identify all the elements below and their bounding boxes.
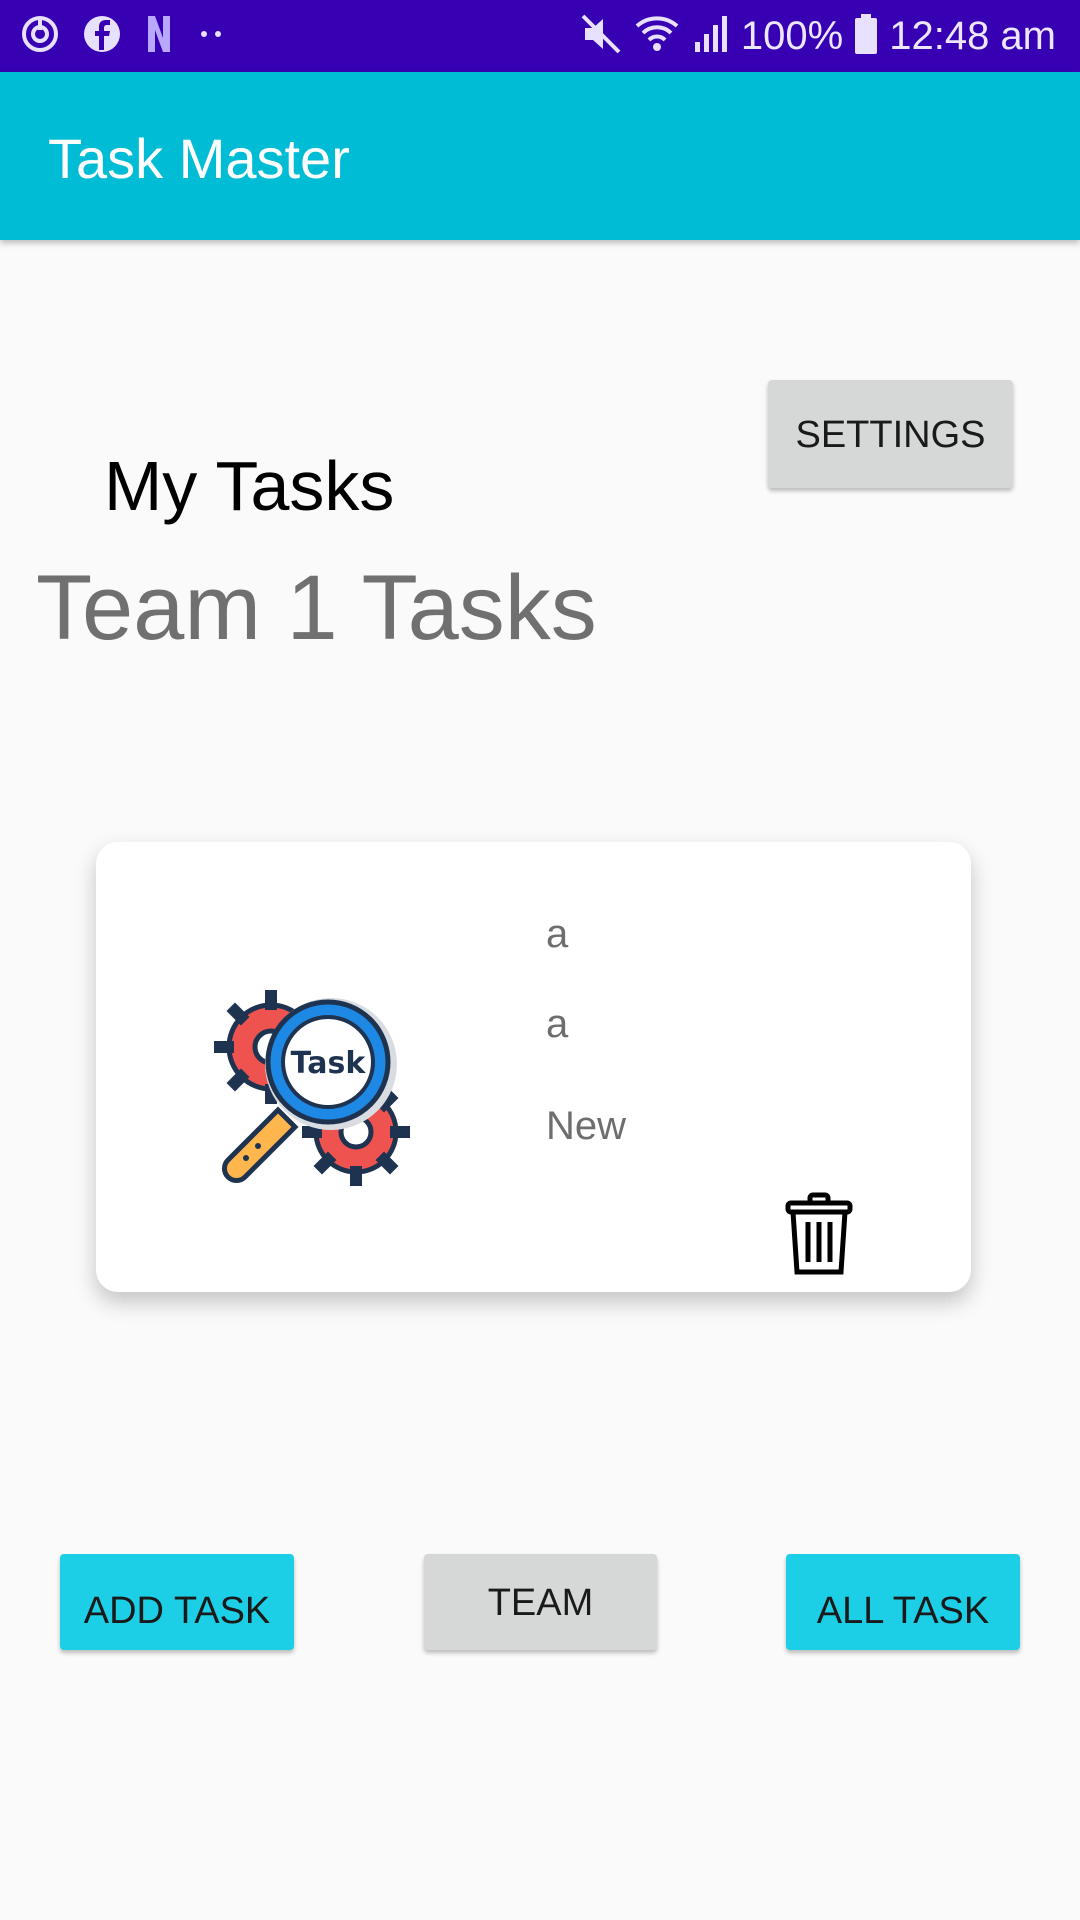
signal-icon <box>691 12 731 61</box>
all-task-button[interactable]: ALL TASK <box>786 1554 1020 1650</box>
power-icon <box>20 14 60 59</box>
app-bar: Task Master <box>0 72 1080 240</box>
task-logo-text: Task <box>291 1046 367 1081</box>
add-task-button[interactable]: ADD TASK <box>60 1554 294 1650</box>
settings-button[interactable]: SETTINGS <box>768 380 1013 488</box>
mute-icon <box>579 12 623 61</box>
app-title: Task Master <box>48 127 350 190</box>
clock: 12:48 am <box>889 13 1056 58</box>
my-tasks-heading: My Tasks <box>104 447 395 525</box>
dots-icon <box>196 14 226 59</box>
status-bar-right: 100% 12:48 am <box>569 12 1056 61</box>
task-title: a <box>546 912 569 956</box>
wifi-icon <box>633 12 681 61</box>
task-body: a <box>546 1002 569 1046</box>
task-logo-icon: Task <box>206 982 426 1202</box>
status-bar-left <box>20 14 248 59</box>
netflix-icon <box>144 14 174 59</box>
task-card[interactable]: Task a a New <box>96 842 971 1292</box>
task-state: New <box>546 1104 627 1148</box>
team-button[interactable]: TEAM <box>424 1554 657 1650</box>
facebook-icon <box>82 14 122 59</box>
battery-percent: 100% <box>740 13 844 58</box>
team-tasks-heading: Team 1 Tasks <box>36 557 597 659</box>
status-bar: 100% 12:48 am <box>0 0 1080 72</box>
battery-icon <box>853 12 879 61</box>
trash-icon[interactable] <box>784 1192 854 1276</box>
